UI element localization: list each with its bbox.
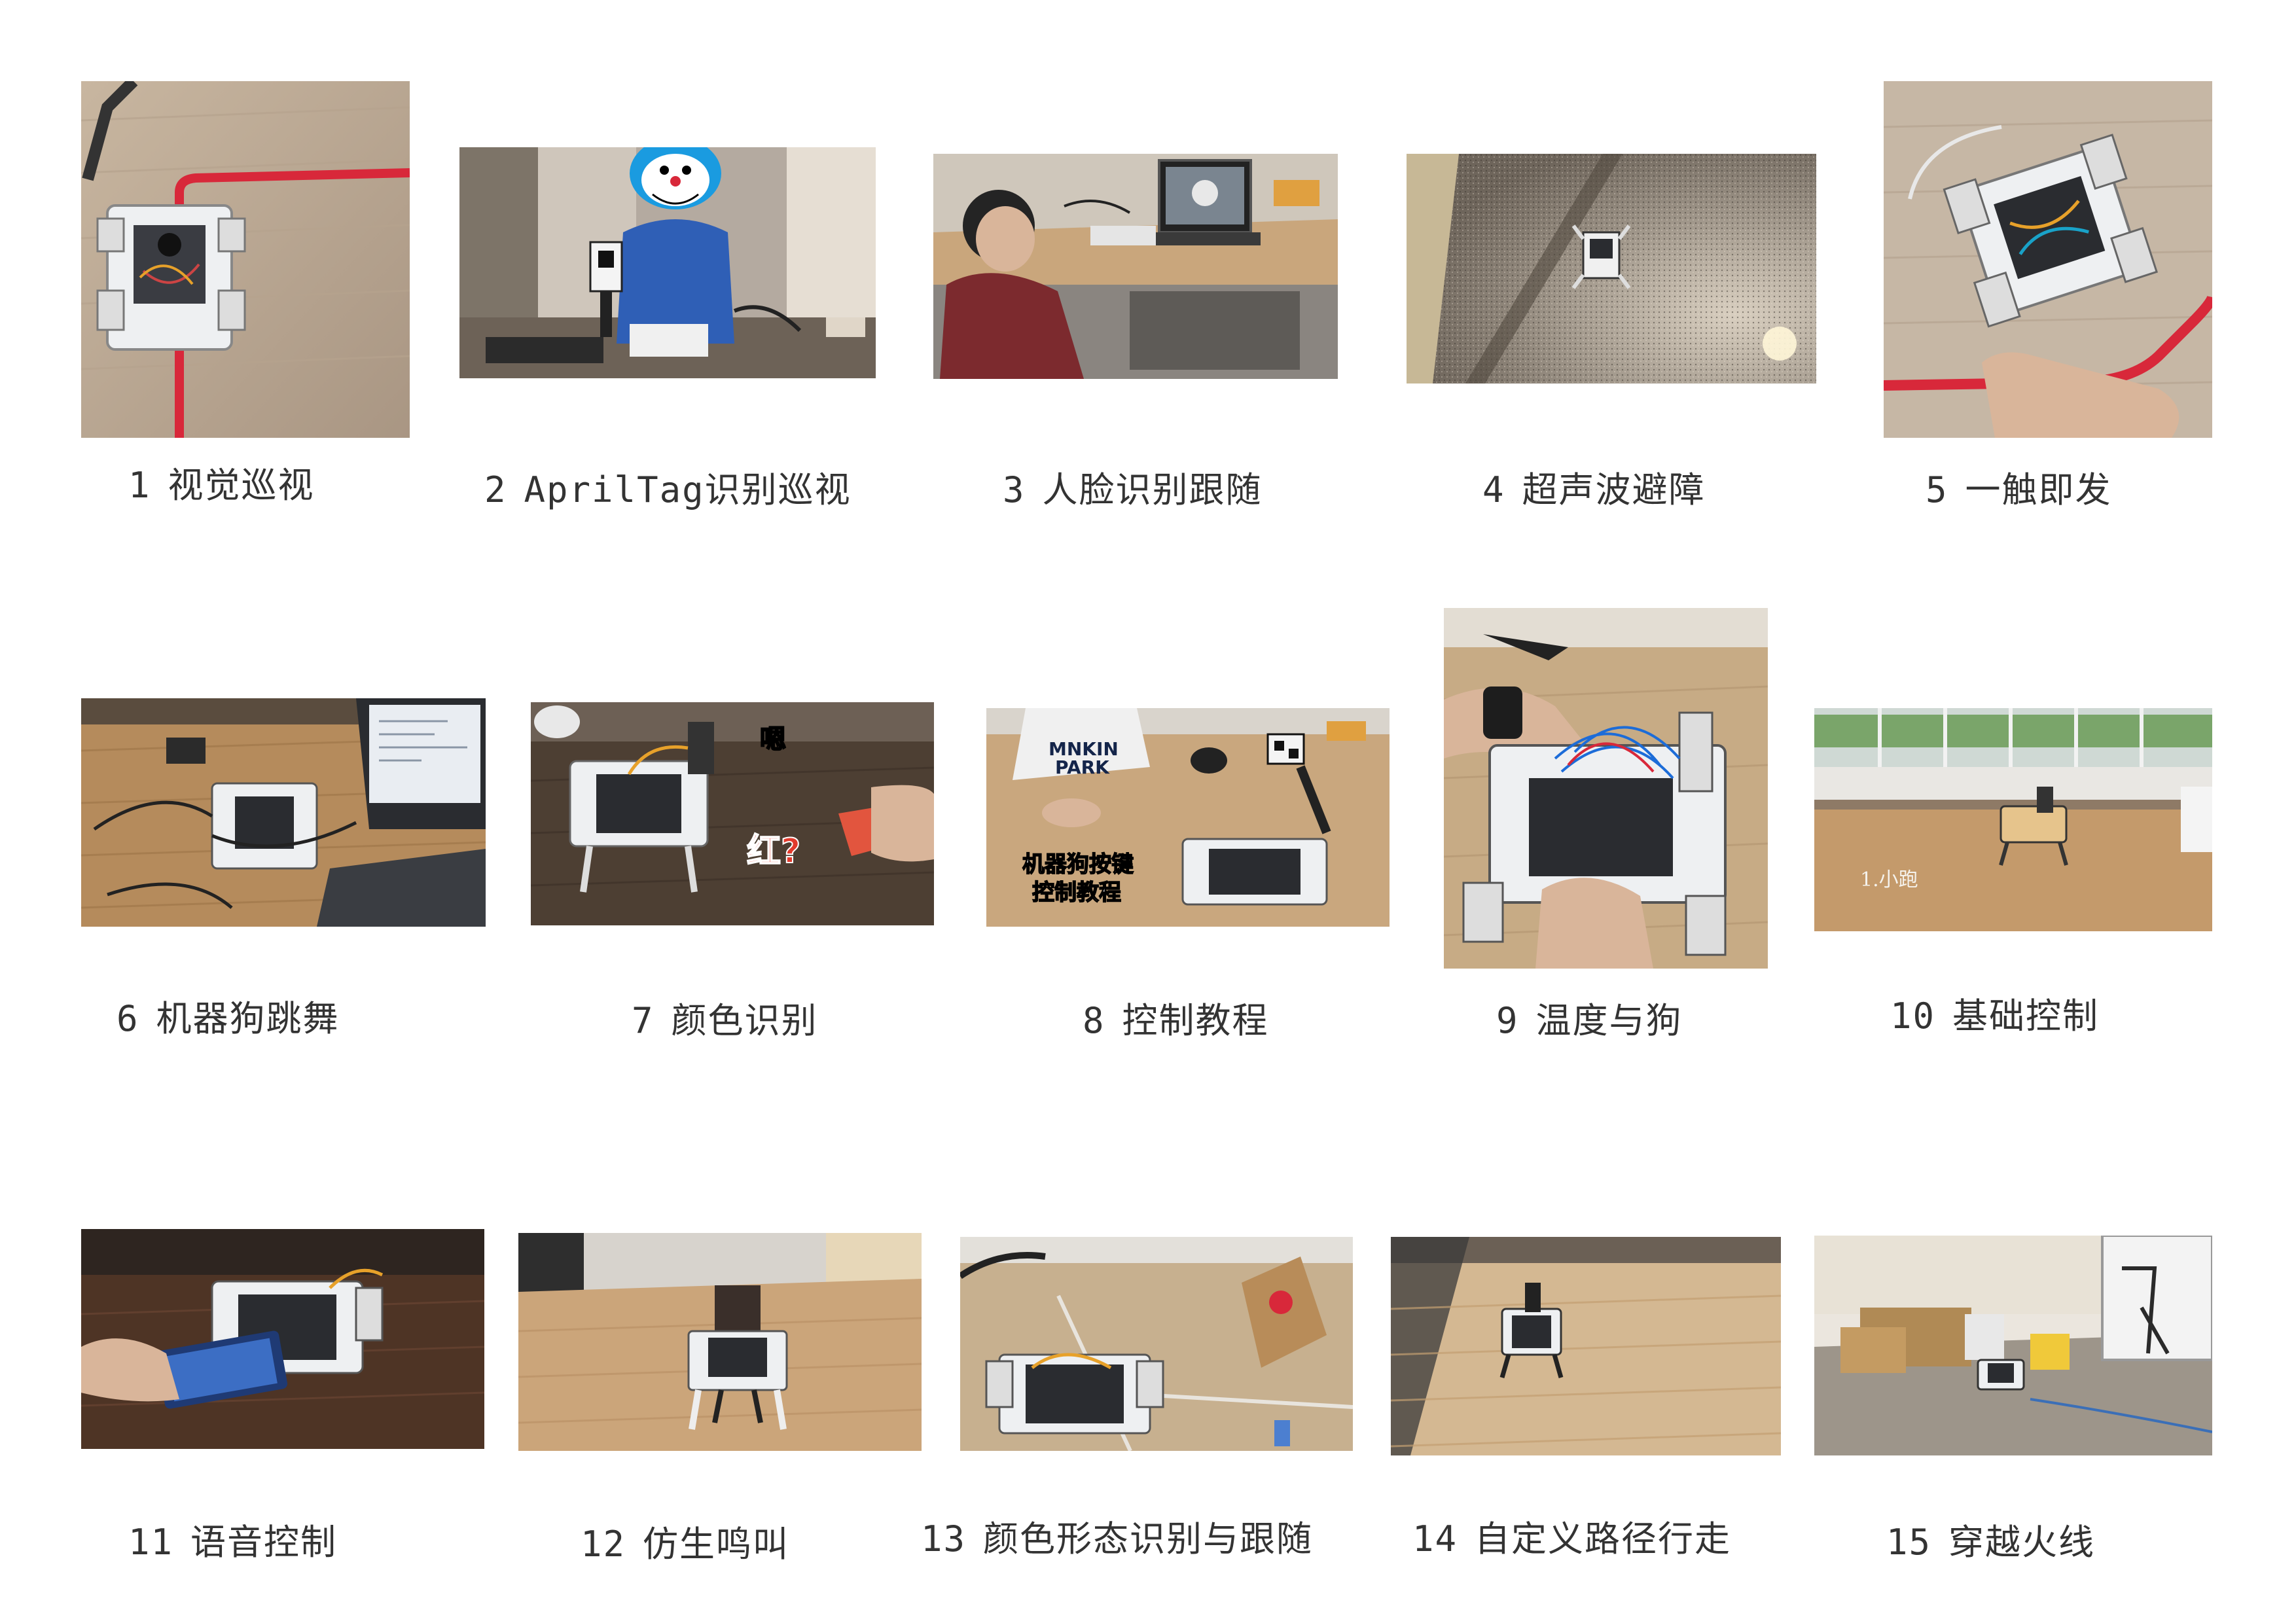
caption-number: 4 (1482, 469, 1505, 510)
caption-2: 2 AprilTag识别巡视 (484, 473, 852, 508)
caption-title: 机器狗跳舞 (156, 998, 340, 1039)
photo-tile-9 (1444, 608, 1768, 969)
caption-number: 1 (128, 465, 151, 506)
photo-tile-4 (1407, 154, 1816, 383)
caption-number: 14 (1412, 1518, 1458, 1560)
photo-tile-10: 1.小跑 (1814, 708, 2212, 931)
caption-4: 4 超声波避障 (1482, 473, 1706, 508)
photo-tile-6 (81, 698, 486, 927)
caption-title: 一触即发 (1965, 469, 2112, 510)
control-tutorial-photo: MNKIN PARK 机器狗按键 控制教程 (986, 708, 1390, 927)
caption-number: 3 (1003, 469, 1026, 510)
caption-title: 基础控制 (1952, 995, 2100, 1037)
caption-6: 6 机器狗跳舞 (117, 1001, 340, 1037)
photo-tile-3 (933, 154, 1338, 379)
caption-12: 12 仿生鸣叫 (581, 1527, 789, 1562)
overlay-line-1: 机器狗按键 (1022, 851, 1134, 878)
shape-follow-photo (960, 1237, 1353, 1451)
caption-title: 颜色形态识别与跟随 (983, 1518, 1314, 1560)
caption-11: 11 语音控制 (128, 1525, 337, 1560)
color-recognition-photo: 嗯 红? (531, 702, 934, 925)
ultrasonic-avoid-photo (1407, 154, 1816, 383)
caption-title: 控制教程 (1122, 1000, 1269, 1041)
caption-1: 1 视觉巡视 (128, 468, 315, 503)
bionic-bark-photo (518, 1233, 922, 1451)
caption-14: 14 自定义路径行走 (1412, 1522, 1731, 1557)
photo-tile-11 (81, 1229, 484, 1449)
cross-fire-photo (1814, 1236, 2212, 1455)
caption-15: 15 穿越火线 (1886, 1525, 2095, 1560)
shirt-text-2: PARK (1055, 757, 1110, 778)
caption-title: 超声波避障 (1522, 469, 1706, 510)
photo-tile-8: MNKIN PARK 机器狗按键 控制教程 (986, 708, 1390, 927)
caption-number: 15 (1886, 1522, 1932, 1563)
caption-number: 11 (128, 1522, 174, 1563)
photo-tile-12 (518, 1233, 922, 1451)
caption-title: 视觉巡视 (168, 465, 315, 506)
caption-title: 温度与狗 (1535, 1000, 1683, 1041)
caption-number: 7 (632, 1000, 655, 1041)
touch-trigger-photo (1884, 81, 2212, 438)
caption-9: 9 温度与狗 (1496, 1003, 1683, 1039)
caption-number: 5 (1926, 469, 1948, 510)
caption-number: 9 (1496, 1000, 1519, 1041)
caption-title: 人脸识别跟随 (1042, 469, 1263, 510)
photo-tile-13 (960, 1237, 1353, 1451)
temperature-dog-photo (1444, 608, 1768, 969)
photo-tile-7: 嗯 红? (531, 702, 934, 925)
caption-title: 穿越火线 (1948, 1522, 2096, 1563)
caption-number: 8 (1083, 1000, 1105, 1041)
photo-tile-15 (1814, 1236, 2212, 1455)
photo-tile-2 (459, 147, 876, 378)
caption-7: 7 颜色识别 (632, 1003, 818, 1039)
caption-title: AprilTag识别巡视 (524, 469, 852, 510)
photo-tile-5 (1884, 81, 2212, 438)
photo-tile-1 (81, 81, 410, 438)
dog-dance-photo (81, 698, 486, 927)
caption-title: 仿生鸣叫 (643, 1524, 790, 1565)
custom-path-photo (1391, 1237, 1781, 1455)
caption-number: 2 (484, 469, 507, 510)
apriltag-demo-photo (459, 147, 876, 378)
overlay-subtitle: 1.小跑 (1860, 868, 1918, 891)
caption-3: 3 人脸识别跟随 (1003, 473, 1263, 508)
overlay-text-bottom: 红? (747, 832, 800, 871)
caption-title: 颜色识别 (671, 1000, 818, 1041)
robot-on-floor-line-photo (81, 81, 410, 438)
caption-13: 13 颜色形态识别与跟随 (921, 1522, 1313, 1557)
caption-title: 自定义路径行走 (1475, 1518, 1732, 1560)
voice-control-photo (81, 1229, 484, 1449)
caption-number: 6 (117, 998, 139, 1039)
face-follow-photo (933, 154, 1338, 379)
caption-title: 语音控制 (190, 1522, 338, 1563)
overlay-line-2: 控制教程 (1032, 880, 1121, 906)
caption-number: 13 (921, 1518, 967, 1560)
caption-10: 10 基础控制 (1890, 999, 2099, 1034)
photo-tile-14 (1391, 1237, 1781, 1455)
overlay-text-top: 嗯 (760, 724, 786, 755)
gallery-page: 1 视觉巡视 2 AprilTag识别巡视 3 人脸识别跟随 4 超声波避障 5 一触即发 (0, 0, 2296, 1623)
caption-number: 10 (1890, 995, 1936, 1037)
caption-8: 8 控制教程 (1083, 1003, 1269, 1039)
caption-number: 12 (581, 1524, 626, 1565)
caption-5: 5 一触即发 (1926, 473, 2112, 508)
basic-control-photo: 1.小跑 (1814, 708, 2212, 931)
